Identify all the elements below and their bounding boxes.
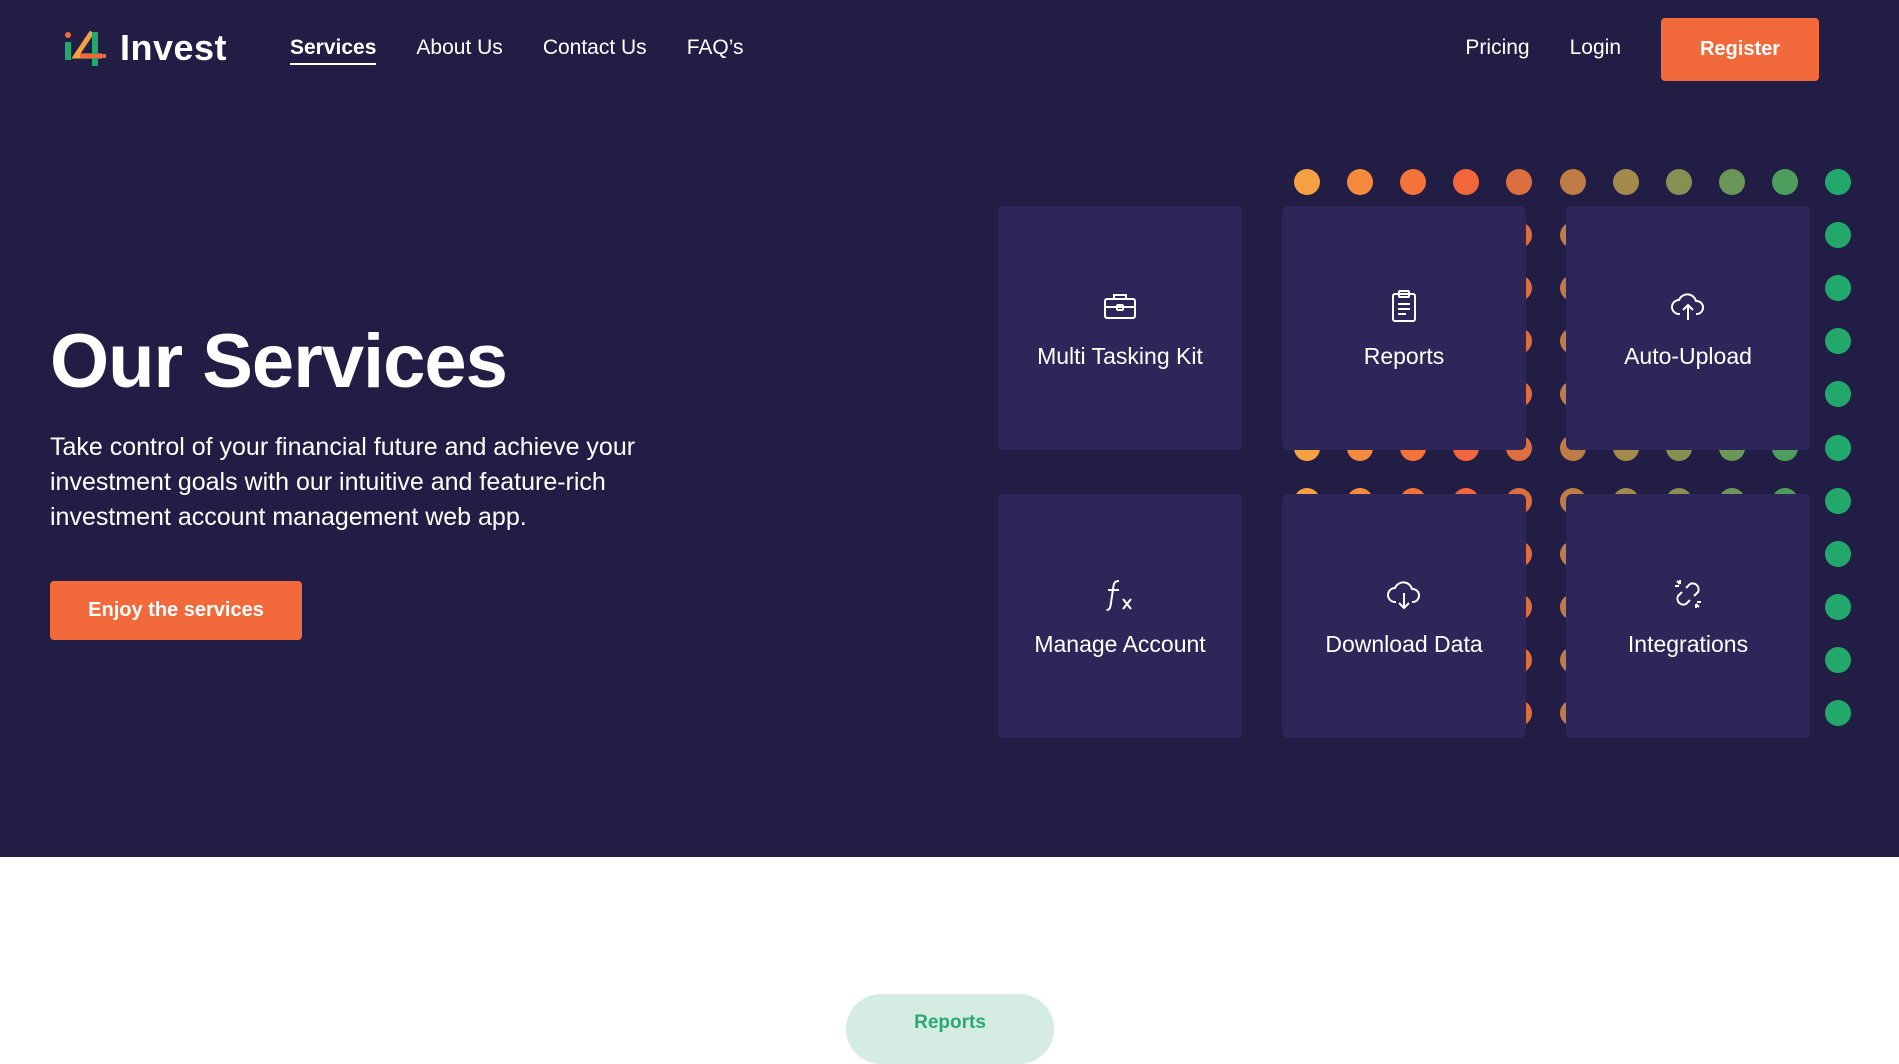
nav-services[interactable]: Services <box>290 36 377 65</box>
section-pill-label: Reports <box>914 1012 986 1033</box>
nav-faqs[interactable]: FAQ’s <box>687 36 744 65</box>
decorative-dot <box>1825 169 1851 195</box>
section-pill-reports[interactable]: Reports <box>846 994 1054 1064</box>
service-card-manage-account[interactable]: Manage Account <box>998 494 1242 738</box>
decorative-dot <box>1825 328 1851 355</box>
decorative-dot <box>1825 275 1851 302</box>
nav-pricing[interactable]: Pricing <box>1465 36 1529 63</box>
briefcase-icon <box>1104 293 1136 319</box>
service-label: Integrations <box>1627 630 1749 657</box>
decorative-dot <box>1771 169 1798 195</box>
service-card-multi-tasking-kit[interactable]: Multi Tasking Kit <box>998 206 1242 450</box>
service-label: Manage Account <box>1034 630 1206 657</box>
nav-actions: Pricing Login Register <box>1465 18 1819 81</box>
decorative-dot <box>1453 169 1480 195</box>
decorative-dot <box>1825 487 1851 514</box>
service-card-reports[interactable]: Reports <box>1282 206 1526 450</box>
service-label: Auto-Upload <box>1624 342 1752 369</box>
logo[interactable]: Invest <box>62 26 227 70</box>
link-icon <box>1675 579 1701 608</box>
decorative-dot <box>1718 169 1745 195</box>
decorative-dot <box>1506 169 1533 195</box>
decorative-dot <box>1665 169 1692 195</box>
decorative-dot <box>1347 169 1374 195</box>
decorative-dot <box>1825 646 1851 673</box>
service-card-integrations[interactable]: Integrations <box>1566 494 1810 738</box>
page-title: Our Services <box>50 319 508 404</box>
cloud-download-icon <box>1387 580 1420 609</box>
clipboard-icon <box>1392 289 1416 322</box>
register-button[interactable]: Register <box>1661 18 1819 81</box>
decorative-dot <box>1400 169 1427 195</box>
service-card-auto-upload[interactable]: Auto-Upload <box>1566 206 1810 450</box>
logo-text: Invest <box>120 27 228 68</box>
decorative-dot <box>1612 169 1639 195</box>
decorative-dot <box>1825 222 1851 249</box>
decorative-dot <box>1559 169 1586 195</box>
decorative-dot <box>1294 169 1320 195</box>
decorative-dot <box>1825 540 1851 567</box>
logo-mark-icon <box>65 30 106 66</box>
service-label: Download Data <box>1325 630 1483 657</box>
decorative-dot <box>1825 381 1851 408</box>
nav-login[interactable]: Login <box>1570 36 1621 63</box>
decorative-dot <box>1825 700 1851 726</box>
service-label: Reports <box>1363 342 1445 369</box>
enjoy-services-button[interactable]: Enjoy the services <box>50 581 302 640</box>
cloud-upload-icon <box>1671 292 1704 320</box>
main-nav: Services About Us Contact Us FAQ’s <box>290 36 743 65</box>
service-label: Multi Tasking Kit <box>1037 342 1203 369</box>
hero-description: Take control of your financial future an… <box>50 433 636 531</box>
nav-about-us[interactable]: About Us <box>416 36 502 65</box>
nav-contact-us[interactable]: Contact Us <box>543 36 647 65</box>
service-card-download-data[interactable]: Download Data <box>1282 494 1526 738</box>
hero-section: Invest Services About Us Contact Us FAQ’… <box>0 0 1899 857</box>
function-icon <box>1106 579 1132 611</box>
decorative-dot <box>1825 434 1851 461</box>
decorative-dot <box>1825 593 1851 620</box>
